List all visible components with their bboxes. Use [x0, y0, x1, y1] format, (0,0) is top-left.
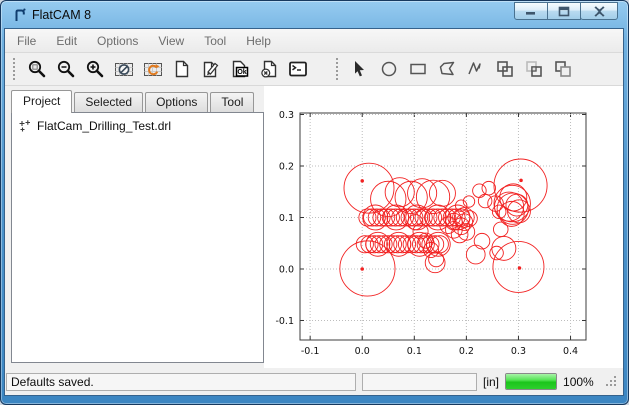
- menu-options[interactable]: Options: [87, 30, 148, 52]
- menubar: File Edit Options View Tool Help: [5, 29, 623, 53]
- zoom-fit-icon: [27, 59, 47, 79]
- toolbar: Ok: [5, 53, 623, 86]
- drill-object-icon: [17, 119, 31, 133]
- left-panel: Project Selected Options Tool FlatCam_Dr…: [5, 86, 264, 368]
- main-area: Project Selected Options Tool FlatCam_Dr…: [5, 86, 623, 368]
- union-icon: [495, 59, 515, 79]
- delete-file-icon: [259, 59, 279, 79]
- tree-item-drill-object[interactable]: FlatCam_Drilling_Test.drl: [12, 113, 263, 133]
- circle-tool-icon: [379, 59, 399, 79]
- terminal-icon: [288, 59, 308, 79]
- tab-tool[interactable]: Tool: [210, 92, 254, 112]
- maximize-button[interactable]: [547, 2, 581, 20]
- tree-item-label: FlatCam_Drilling_Test.drl: [37, 119, 171, 133]
- svg-text:0.3: 0.3: [511, 346, 526, 357]
- zoom-in-icon: [85, 59, 105, 79]
- svg-text:0.1: 0.1: [407, 346, 422, 357]
- progress-percent-label: 100%: [563, 375, 594, 389]
- close-button[interactable]: [580, 2, 618, 20]
- subtract-tool-button[interactable]: [549, 56, 576, 83]
- delete-file-button[interactable]: [255, 56, 282, 83]
- zoom-in-button[interactable]: [81, 56, 108, 83]
- edit-file-button[interactable]: [197, 56, 224, 83]
- svg-text:0.4: 0.4: [563, 346, 578, 357]
- draw-polygon-button[interactable]: [433, 56, 460, 83]
- window-controls: [515, 2, 618, 20]
- project-tree[interactable]: FlatCam_Drilling_Test.drl: [11, 112, 264, 363]
- toolbar-grip[interactable]: [13, 58, 16, 80]
- plot-svg[interactable]: -0.1 0.0 0.1 0.2 0.3 0.4 -0.1 0.0 0.1 0.2 0.3: [264, 86, 620, 369]
- menu-tool[interactable]: Tool: [194, 30, 236, 52]
- clear-plot-icon: [114, 59, 134, 79]
- flatcam-window: FlatCAM 8 File Edit Options View Tool He…: [0, 0, 629, 405]
- clear-plot-button[interactable]: [110, 56, 137, 83]
- new-file-button[interactable]: [168, 56, 195, 83]
- svg-text:0.3: 0.3: [279, 110, 294, 121]
- cursor-icon: [350, 59, 370, 79]
- intersection-icon: [524, 59, 544, 79]
- zoom-out-icon: [56, 59, 76, 79]
- subtract-icon: [553, 59, 573, 79]
- tab-bar: Project Selected Options Tool: [11, 89, 264, 112]
- flatcam-logo-icon: [12, 7, 27, 28]
- svg-text:0.0: 0.0: [279, 264, 294, 275]
- close-icon: [593, 6, 606, 17]
- ok-file-button[interactable]: Ok: [226, 56, 253, 83]
- tab-project[interactable]: Project: [11, 90, 72, 113]
- statusbar: Defaults saved. [in] 100%: [5, 368, 623, 395]
- titlebar: FlatCAM 8: [1, 1, 628, 29]
- maximize-icon: [558, 6, 570, 17]
- tab-options[interactable]: Options: [145, 92, 208, 112]
- svg-text:Ok: Ok: [237, 69, 246, 76]
- client-area: File Edit Options View Tool Help: [5, 29, 623, 395]
- progress-fill: [506, 374, 556, 389]
- select-tool-button[interactable]: [346, 56, 373, 83]
- shell-button[interactable]: [284, 56, 311, 83]
- minimize-icon: [525, 6, 537, 16]
- intersection-tool-button[interactable]: [520, 56, 547, 83]
- status-field-2: [362, 373, 477, 391]
- zoom-out-button[interactable]: [52, 56, 79, 83]
- resize-grip[interactable]: [606, 374, 618, 395]
- progress-bar: [505, 373, 557, 390]
- menu-file[interactable]: File: [7, 30, 46, 52]
- svg-text:0.2: 0.2: [279, 161, 294, 172]
- plot-panel[interactable]: -0.1 0.0 0.1 0.2 0.3 0.4 -0.1 0.0 0.1 0.2 0.3: [264, 86, 623, 368]
- menu-help[interactable]: Help: [236, 30, 281, 52]
- union-tool-button[interactable]: [491, 56, 518, 83]
- draw-circle-button[interactable]: [375, 56, 402, 83]
- menu-edit[interactable]: Edit: [46, 30, 87, 52]
- edit-file-icon: [201, 59, 221, 79]
- svg-text:0.1: 0.1: [279, 213, 294, 224]
- window-title: FlatCAM 8: [32, 8, 91, 22]
- svg-text:-0.1: -0.1: [301, 346, 320, 357]
- draw-rectangle-button[interactable]: [404, 56, 431, 83]
- polygon-tool-icon: [437, 59, 457, 79]
- svg-text:0.0: 0.0: [355, 346, 370, 357]
- units-label: [in]: [483, 375, 499, 389]
- draw-path-button[interactable]: [462, 56, 489, 83]
- toolbar-grip-2[interactable]: [336, 58, 339, 80]
- replot-button[interactable]: [139, 56, 166, 83]
- minimize-button[interactable]: [514, 2, 548, 20]
- path-tool-icon: [466, 59, 486, 79]
- zoom-fit-button[interactable]: [23, 56, 50, 83]
- tab-selected[interactable]: Selected: [74, 92, 143, 112]
- menu-view[interactable]: View: [148, 30, 194, 52]
- rectangle-tool-icon: [408, 59, 428, 79]
- svg-text:-0.1: -0.1: [275, 316, 294, 327]
- ok-file-icon: Ok: [230, 59, 250, 79]
- status-message: Defaults saved.: [6, 373, 356, 391]
- replot-icon: [143, 59, 163, 79]
- svg-text:0.2: 0.2: [459, 346, 474, 357]
- new-file-icon: [172, 59, 192, 79]
